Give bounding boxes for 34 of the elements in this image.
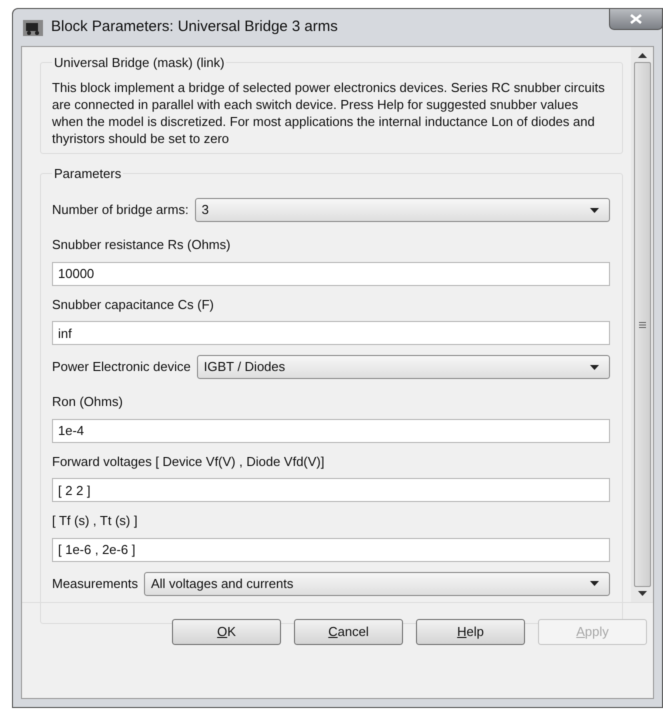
dialog-button[interactable]: Cancel: [294, 619, 403, 645]
description-text: This block implement a bridge of selected power electronics devices. Series RC snubber circuits are connected in parallel with each switch device. Press Help for suggested snubber values when the model is discretized. For most applications the internal inductance Lon of diodes and thyristors should be set to zero: [52, 78, 606, 146]
field-label: Forward voltages [ Device Vf(V) , Diode Vfd(V)]: [52, 452, 326, 471]
field-label: Number of bridge arms:: [52, 201, 189, 220]
caret-icon: [590, 364, 599, 370]
close-icon: [630, 14, 642, 24]
field-label: Ron (Ohms): [52, 393, 124, 411]
dialog-button[interactable]: OK: [172, 619, 281, 645]
input-field[interactable]: [ 2 2 ]: [52, 478, 610, 502]
scrollbar[interactable]: [631, 47, 653, 602]
field-label: Snubber resistance Rs (Ohms): [52, 236, 232, 254]
field-label: [ Tf (s) , Tt (s) ]: [52, 512, 138, 530]
field-label: Power Electronic device: [52, 358, 191, 376]
scroll-thumb[interactable]: [634, 62, 650, 587]
group-title: Universal Bridge (mask) (link): [53, 54, 226, 72]
dropdown[interactable]: All voltages and currents: [144, 572, 610, 596]
scroll-down-icon[interactable]: [638, 591, 646, 596]
caret-icon: [590, 208, 599, 212]
window-title: Block Parameters: Universal Bridge 3 arms: [51, 17, 338, 38]
group-title: Parameters: [53, 164, 122, 182]
input-field[interactable]: 1e-4: [52, 418, 610, 442]
field-label: Snubber capacitance Cs (F): [52, 296, 215, 314]
input-field[interactable]: 10000: [52, 262, 610, 286]
caret-icon: [590, 581, 599, 586]
dropdown[interactable]: IGBT / Diodes: [196, 355, 610, 379]
scroll-up-icon[interactable]: [638, 53, 646, 58]
dropdown[interactable]: 3: [194, 198, 610, 222]
close-button[interactable]: [609, 8, 663, 30]
block-icon: [23, 20, 43, 36]
input-field[interactable]: [ 1e-6 , 2e-6 ]: [52, 538, 610, 562]
dialog-button[interactable]: Help: [416, 619, 525, 645]
grip-icon: [638, 322, 646, 328]
input-field[interactable]: inf: [52, 321, 610, 345]
field-label: Measurements: [52, 574, 138, 593]
